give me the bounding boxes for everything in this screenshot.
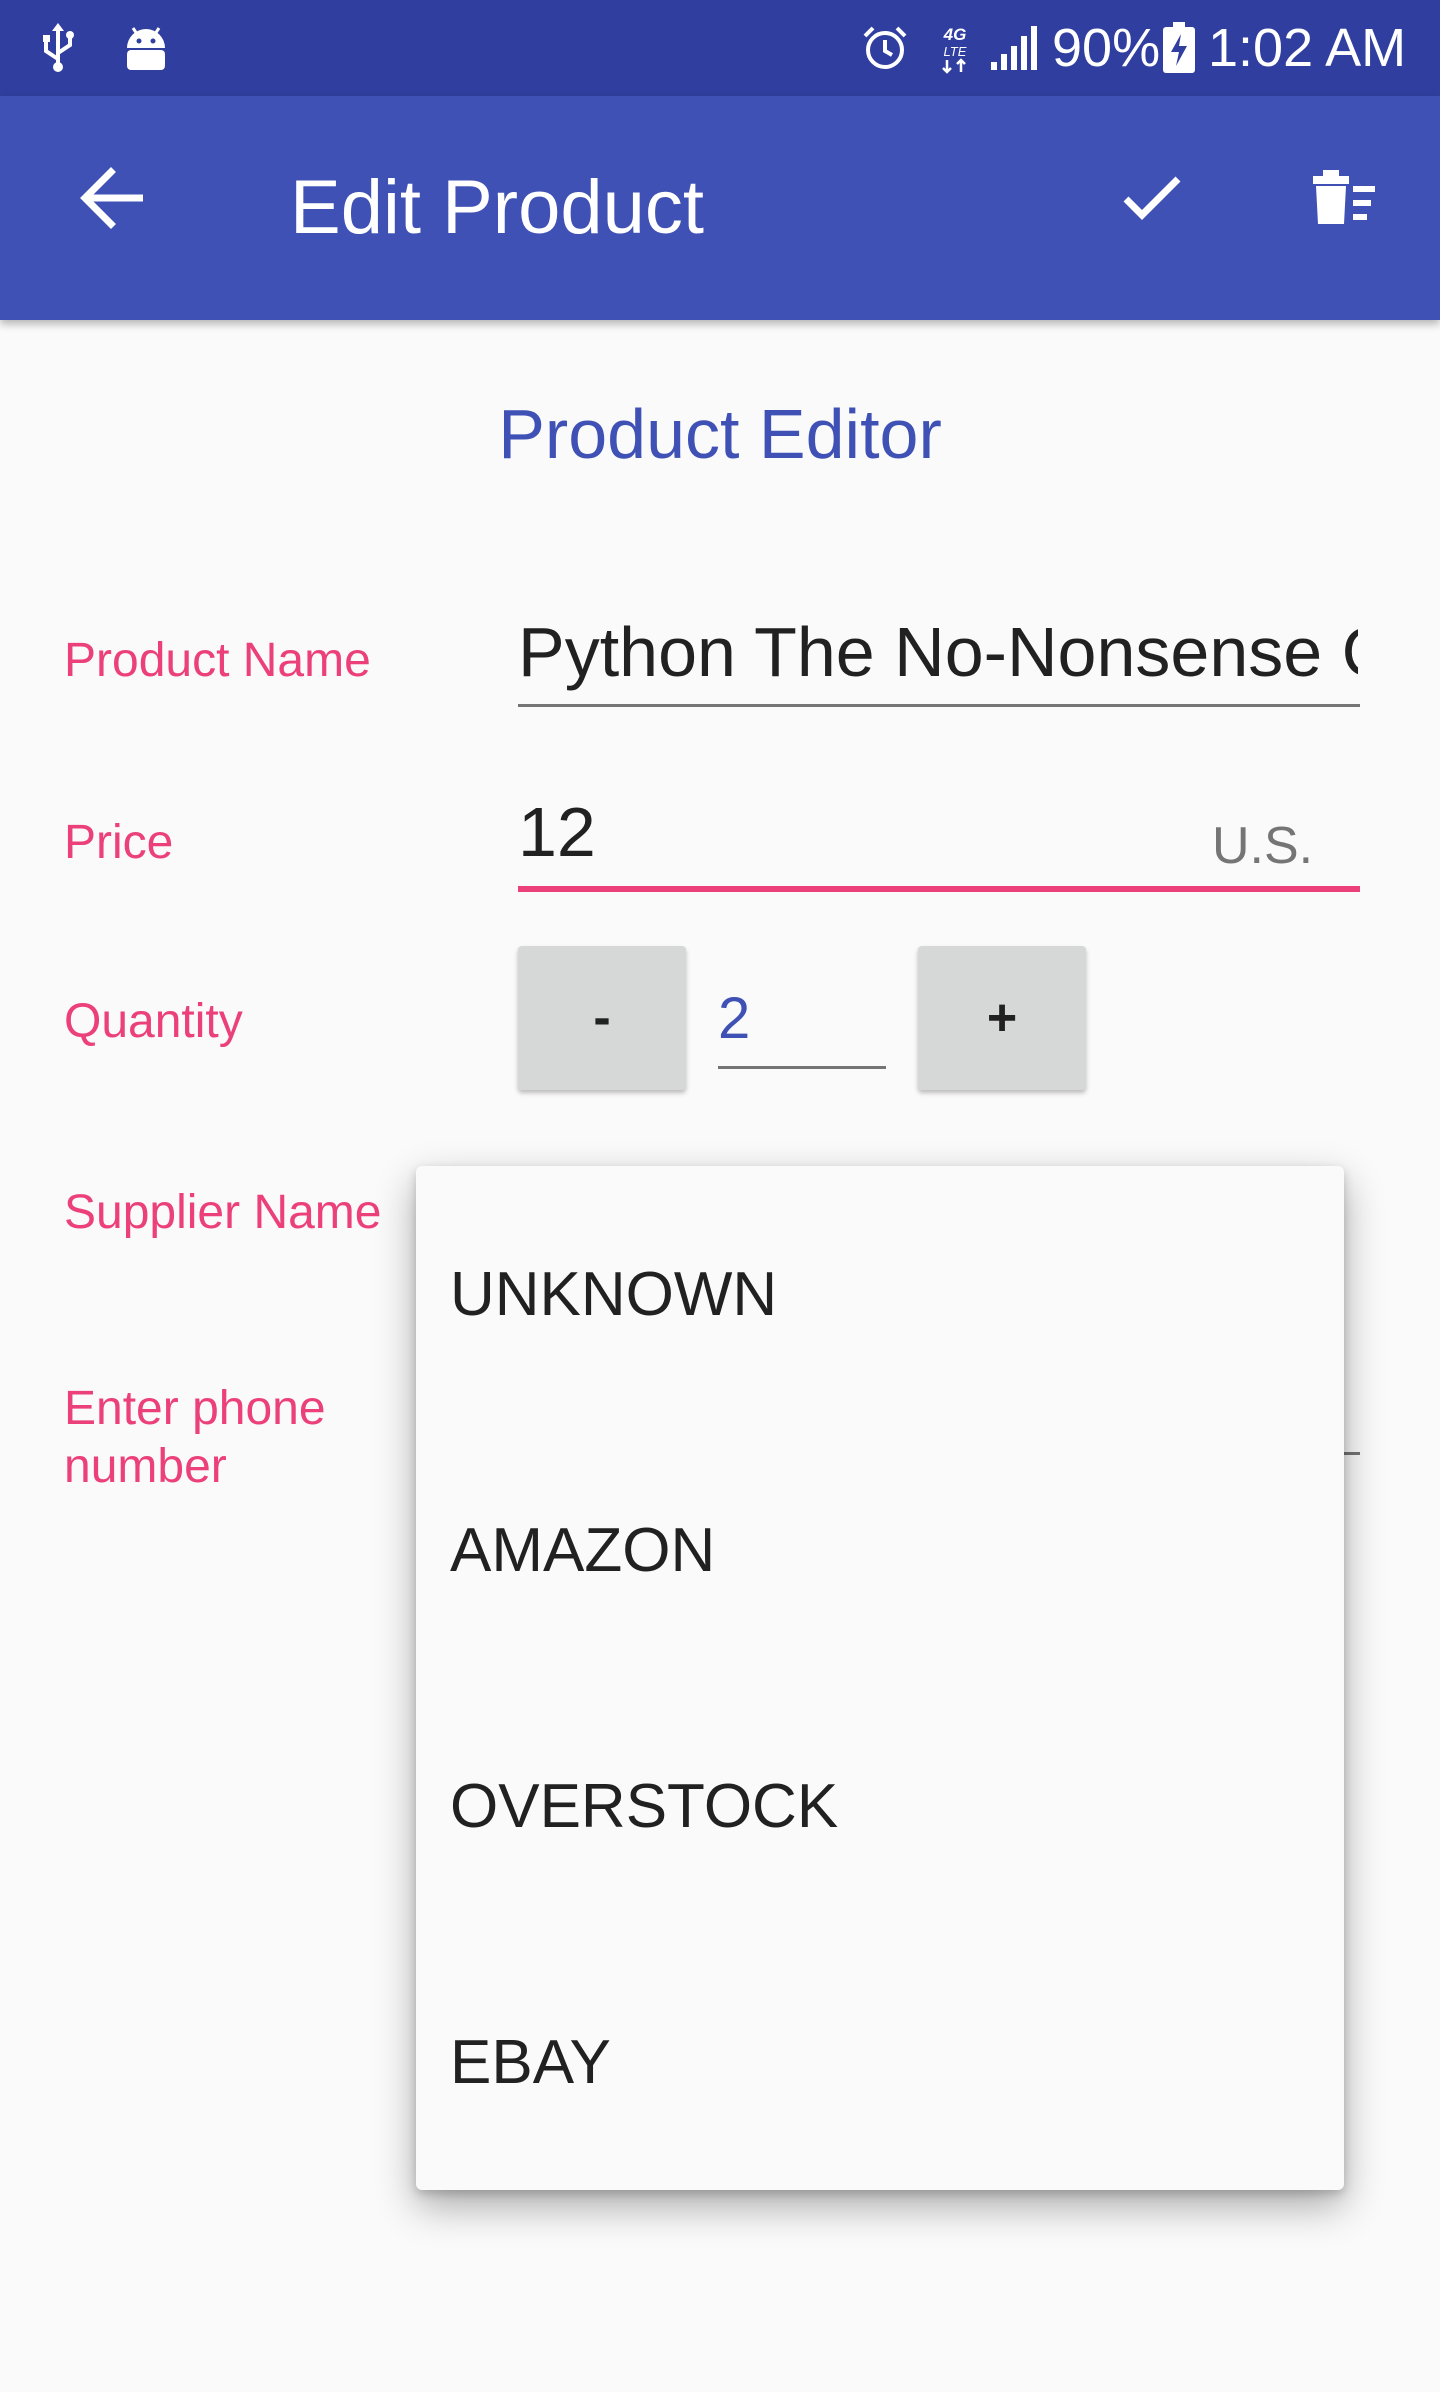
- lte-icon: 4G LTE: [934, 22, 976, 74]
- dropdown-option-amazon[interactable]: AMAZON: [416, 1422, 1344, 1678]
- quantity-input[interactable]: [718, 980, 884, 1056]
- battery-charging-icon: [1160, 22, 1198, 74]
- delete-icon: [1311, 169, 1377, 231]
- price-currency-suffix: U.S.: [1212, 817, 1314, 875]
- app-bar: Edit Product: [0, 96, 1440, 320]
- price-underline: [518, 886, 1360, 892]
- product-name-label: Product Name: [64, 634, 371, 687]
- status-bar: 4G LTE 90% 1:02 AM: [0, 0, 1440, 96]
- quantity-label: Quantity: [64, 995, 243, 1048]
- supplier-name-label: Supplier Name: [64, 1186, 382, 1239]
- battery-percent: 90%: [1052, 18, 1161, 78]
- delete-button[interactable]: [1292, 148, 1396, 252]
- price-label: Price: [64, 816, 174, 869]
- section-title: Product Editor: [498, 395, 942, 473]
- dropdown-option-unknown[interactable]: UNKNOWN: [416, 1166, 1344, 1422]
- dropdown-option-ebay[interactable]: EBAY: [416, 1934, 1344, 2190]
- product-name-field-clip: [518, 606, 1358, 698]
- signal-icon: [988, 22, 1042, 74]
- toolbar-title: Edit Product: [290, 165, 704, 250]
- clock: 1:02 AM: [1208, 18, 1407, 78]
- back-arrow-icon: [77, 166, 147, 235]
- product-name-underline: [518, 704, 1360, 707]
- android-debug-icon: [120, 22, 172, 74]
- save-button[interactable]: [1100, 148, 1204, 252]
- usb-icon: [34, 22, 82, 74]
- price-input[interactable]: [518, 786, 1138, 878]
- svg-text:4G: 4G: [943, 25, 967, 44]
- quantity-underline: [718, 1066, 886, 1069]
- svg-text:LTE: LTE: [944, 44, 967, 59]
- product-name-input[interactable]: [518, 606, 1358, 698]
- dropdown-option-overstock[interactable]: OVERSTOCK: [416, 1678, 1344, 1934]
- quantity-decrement-button[interactable]: -: [518, 946, 686, 1090]
- supplier-dropdown-menu: UNKNOWN AMAZON OVERSTOCK EBAY: [416, 1166, 1344, 2190]
- phone-label: Enter phone number: [64, 1382, 326, 1493]
- quantity-increment-button[interactable]: +: [918, 946, 1086, 1090]
- screen: 4G LTE 90% 1:02 AM Edit Product Product …: [0, 0, 1440, 2392]
- checkmark-icon: [1122, 175, 1182, 226]
- back-button[interactable]: [60, 148, 164, 252]
- alarm-icon: [860, 22, 910, 74]
